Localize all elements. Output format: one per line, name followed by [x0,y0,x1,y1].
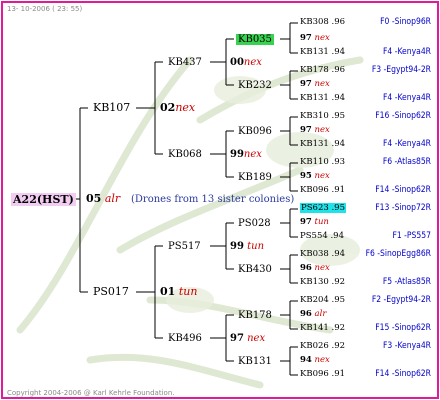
origin-link-3[interactable]: F4 -Kenya4R [383,93,431,104]
gen1-parent-0[interactable]: KB107 [93,101,130,115]
gen4-parent-9[interactable]: PS554 .94 [300,231,344,242]
gen4-parent-0[interactable]: KB308 .96 [300,17,345,28]
gen3-parent-4[interactable]: PS028 [238,217,271,230]
gen4-parent-6[interactable]: KB110 .93 [300,157,345,168]
origin-link-8[interactable]: F13 -Sinop72R [375,203,431,214]
gen1-year-0: 02nex [160,101,196,114]
gen4-parent-8-highlight: PS623 .95 [300,203,347,213]
origin-link-4[interactable]: F16 -Sinop62R [375,111,431,122]
gen4-parent-14[interactable]: KB026 .92 [300,341,345,352]
gen3-parent-2[interactable]: KB096 [238,125,272,138]
gen3-parent-3[interactable]: KB189 [238,171,272,184]
gen2-year-2: 99 tun [230,241,265,252]
gen4-parent-8[interactable]: PS623 .95 [300,203,347,214]
origin-link-9[interactable]: F1 -PS557 [392,231,431,242]
gen3-year-2: 97 nex [300,125,330,135]
root-queen[interactable]: A22(HST) [11,192,76,207]
gen3-year-7: 94 nex [300,355,330,365]
gen3-parent-6[interactable]: KB178 [238,309,272,322]
gen4-parent-12[interactable]: KB204 .95 [300,295,345,306]
origin-link-13[interactable]: F15 -Sinop62R [375,323,431,334]
gen4-parent-5[interactable]: KB131 .94 [300,139,345,150]
gen4-parent-11[interactable]: KB130 .92 [300,277,345,288]
gen3-parent-0-highlight: KB035 [236,34,274,45]
gen3-parent-5[interactable]: KB430 [238,263,272,276]
origin-link-15[interactable]: F14 -Sinop62R [375,369,431,380]
gen2-parent-2[interactable]: PS517 [168,240,201,253]
gen4-parent-7[interactable]: KB096 .91 [300,185,345,196]
gen2-parent-3[interactable]: KB496 [168,332,202,345]
gen4-parent-1[interactable]: KB131 .94 [300,47,345,58]
copyright: Copyright 2004-2006 @ Karl Kehrle Founda… [7,389,175,397]
timestamp: 13- 10-2006 ( 23: 55) [7,5,83,13]
root-year-line: 05 alr [86,192,121,205]
gen2-year-0: 00nex [230,57,262,68]
gen1-year-1: 01 tun [160,285,198,298]
gen3-year-3: 95 nex [300,171,330,181]
gen3-year-4: 97 tun [300,217,329,227]
origin-link-12[interactable]: F2 -Egypt94-2R [372,295,431,306]
origin-link-5[interactable]: F4 -Kenya4R [383,139,431,150]
gen3-year-1: 97 nex [300,79,330,89]
gen3-year-6: 96 alr [300,309,327,319]
origin-link-7[interactable]: F14 -Sinop62R [375,185,431,196]
root-queen-name: A22(HST) [11,193,76,206]
origin-link-0[interactable]: F0 -Sinop96R [380,17,431,28]
gen4-parent-4[interactable]: KB310 .95 [300,111,345,122]
gen2-parent-0[interactable]: KB437 [168,56,202,69]
gen4-parent-13[interactable]: KB141 .92 [300,323,345,334]
gen1-parent-1[interactable]: PS017 [93,285,129,299]
origin-link-6[interactable]: F6 -Atlas85R [383,157,431,168]
origin-link-1[interactable]: F4 -Kenya4R [383,47,431,58]
origin-link-14[interactable]: F3 -Kenya4R [383,341,431,352]
origin-link-10[interactable]: F6 -SinopEgg86R [366,249,431,260]
gen4-parent-3[interactable]: KB131 .94 [300,93,345,104]
origin-link-11[interactable]: F5 -Atlas85R [383,277,431,288]
gen3-parent-1[interactable]: KB232 [238,79,272,92]
gen2-parent-1[interactable]: KB068 [168,148,202,161]
gen4-parent-15[interactable]: KB096 .91 [300,369,345,380]
gen2-year-3: 97 nex [230,333,266,344]
drones-note: (Drones from 13 sister colonies) [131,194,295,205]
gen3-year-5: 96 nex [300,263,330,273]
gen4-parent-10[interactable]: KB038 .94 [300,249,345,260]
gen3-parent-7[interactable]: KB131 [238,355,272,368]
gen3-parent-0[interactable]: KB035 [236,33,274,46]
gen3-year-0: 97 nex [300,33,330,43]
origin-link-2[interactable]: F3 -Egypt94-2R [372,65,431,76]
gen2-year-1: 99nex [230,149,262,160]
gen4-parent-2[interactable]: KB178 .96 [300,65,345,76]
